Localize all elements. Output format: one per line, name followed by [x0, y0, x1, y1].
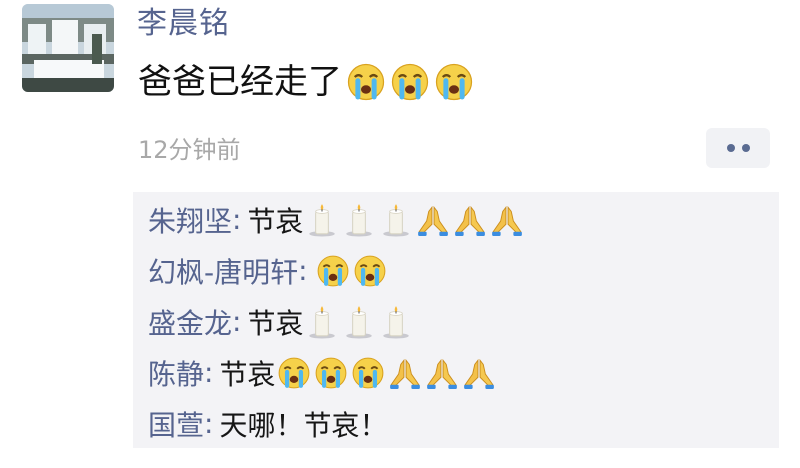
- comment-emojis: [305, 305, 413, 339]
- candle-emoji: [342, 305, 376, 339]
- crying-face-emoji: [351, 356, 385, 390]
- folded-hands-emoji: [490, 203, 524, 237]
- post-timestamp: 12分钟前: [138, 136, 241, 164]
- candle-emoji: [379, 305, 413, 339]
- comment-row[interactable]: 盛金龙: 节哀: [133, 296, 779, 347]
- folded-hands-emoji: [453, 203, 487, 237]
- comment-separator: :: [232, 305, 242, 338]
- crying-face-emoji: [434, 62, 474, 102]
- comment-text: 天哪！节哀！: [219, 408, 388, 442]
- more-dots-icon: [726, 144, 735, 152]
- post-content: 爸爸已经走了: [138, 58, 474, 106]
- candle-emoji: [305, 203, 339, 237]
- candle-emoji: [342, 203, 376, 237]
- comment-author[interactable]: 幻枫-唐明轩: [148, 251, 298, 291]
- comment-separator: :: [232, 203, 242, 236]
- author-name[interactable]: 李晨铭: [137, 4, 230, 44]
- post-emojis: [346, 62, 474, 102]
- comment-text: 节哀: [219, 357, 276, 391]
- comment-author[interactable]: 朱翔坚: [148, 200, 232, 240]
- comment-emojis: [277, 356, 496, 390]
- comment-text: 节哀: [247, 204, 304, 238]
- comment-row[interactable]: 朱翔坚: 节哀: [133, 194, 779, 245]
- comment-emojis: [316, 254, 387, 288]
- crying-face-emoji: [316, 254, 350, 288]
- author-avatar[interactable]: [22, 4, 114, 92]
- comment-row[interactable]: 幻枫-唐明轩:: [133, 245, 779, 296]
- comments-section: 朱翔坚: 节哀 幻枫-唐明轩: 盛金龙: 节哀 陈静: 节哀 国萱: 天哪！节哀！: [133, 192, 779, 448]
- crying-face-emoji: [314, 356, 348, 390]
- folded-hands-emoji: [462, 356, 496, 390]
- comment-separator: :: [204, 356, 214, 389]
- folded-hands-emoji: [416, 203, 450, 237]
- comment-author[interactable]: 国萱: [148, 404, 204, 444]
- moments-post: 李晨铭 爸爸已经走了 12分钟前 朱翔坚: 节哀 幻枫-唐明轩: 盛金龙: 节哀 陈…: [0, 0, 800, 468]
- crying-face-emoji: [277, 356, 311, 390]
- comment-author[interactable]: 陈静: [148, 353, 204, 393]
- crying-face-emoji: [390, 62, 430, 102]
- folded-hands-emoji: [425, 356, 459, 390]
- comment-row[interactable]: 陈静: 节哀: [133, 347, 779, 398]
- crying-face-emoji: [353, 254, 387, 288]
- post-text: 爸爸已经走了: [138, 62, 342, 102]
- comment-separator: :: [298, 254, 308, 287]
- more-dots-icon: [741, 144, 750, 152]
- crying-face-emoji: [346, 62, 386, 102]
- comment-text: 节哀: [247, 306, 304, 340]
- comment-row[interactable]: 国萱: 天哪！节哀！: [133, 398, 779, 449]
- more-actions-button[interactable]: [706, 128, 770, 168]
- comment-author[interactable]: 盛金龙: [148, 302, 232, 342]
- comment-emojis: [305, 203, 524, 237]
- candle-emoji: [379, 203, 413, 237]
- candle-emoji: [305, 305, 339, 339]
- comment-separator: :: [204, 407, 214, 440]
- folded-hands-emoji: [388, 356, 422, 390]
